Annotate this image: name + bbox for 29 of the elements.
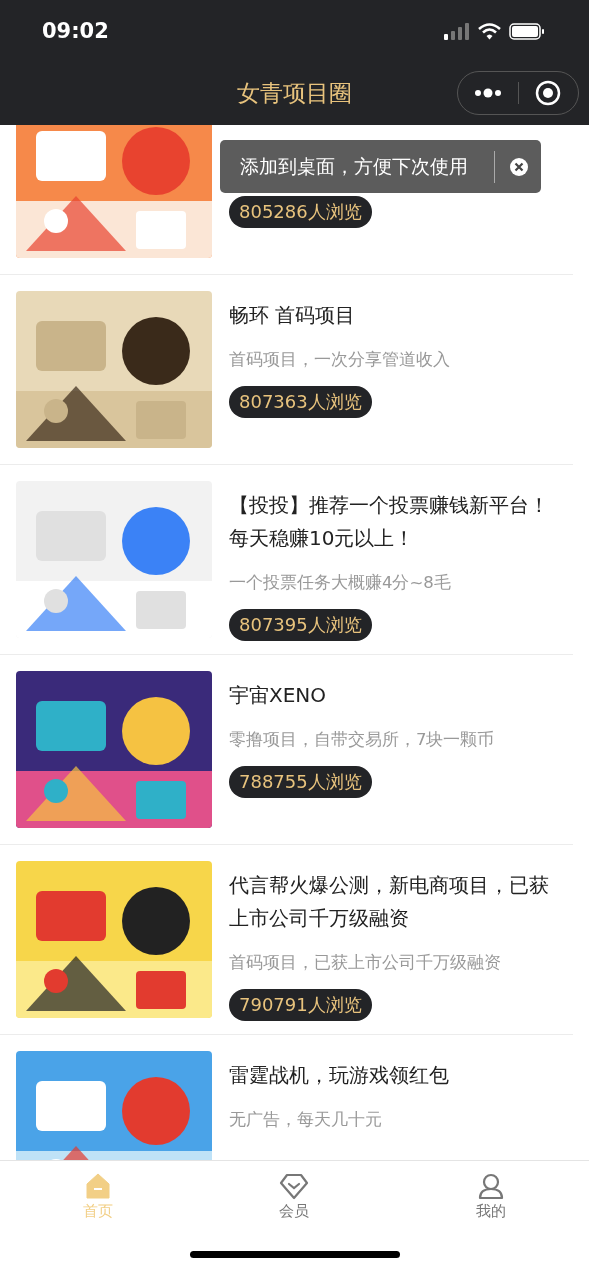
status-time: 09:02 xyxy=(42,19,110,43)
item-title[interactable]: 畅环 首码项目 xyxy=(229,299,557,332)
item-description: 零撸项目，自带交易所，7块一颗币 xyxy=(229,729,496,751)
signal-icon xyxy=(444,22,470,40)
tab[interactable]: 我的 xyxy=(392,1161,589,1231)
wifi-icon xyxy=(478,22,501,40)
item-title[interactable]: 宇宙XENO xyxy=(229,679,557,712)
close-button[interactable] xyxy=(509,156,529,177)
view-count-badge: 805286人浏览 xyxy=(229,196,372,228)
view-count-badge: 790791人浏览 xyxy=(229,989,372,1021)
item-title[interactable]: 【投投】推荐一个投票赚钱新平台！每天稳赚10元以上！ xyxy=(229,489,557,555)
view-count-badge: 807395人浏览 xyxy=(229,609,372,641)
more-icon xyxy=(473,88,502,98)
view-count-badge: 807363人浏览 xyxy=(229,386,372,418)
user-icon xyxy=(476,1171,505,1200)
item-description: 无广告，每天几十元 xyxy=(229,1109,383,1131)
item-title[interactable]: 代言帮火爆公测，新电商项目，已获上市公司千万级融资 xyxy=(229,869,557,935)
item-description: 一个投票任务大概赚4分~8毛 xyxy=(229,572,452,594)
item-title[interactable]: 雷霆战机，玩游戏领红包 xyxy=(229,1059,557,1092)
view-count-badge: 788755人浏览 xyxy=(229,766,372,798)
tooltip-text: 添加到桌面，方便下次使用 xyxy=(240,153,469,179)
page-title: 女青项目圈 xyxy=(237,79,352,108)
tab[interactable]: 会员 xyxy=(196,1161,393,1231)
item-description: 首码项目，一次分享管道收入 xyxy=(229,349,451,371)
battery-icon xyxy=(509,22,545,40)
close-icon xyxy=(509,156,529,177)
target-icon xyxy=(535,80,562,106)
home-icon xyxy=(84,1171,113,1200)
item-description: 首码项目，已获上市公司千万级融资 xyxy=(229,952,502,974)
